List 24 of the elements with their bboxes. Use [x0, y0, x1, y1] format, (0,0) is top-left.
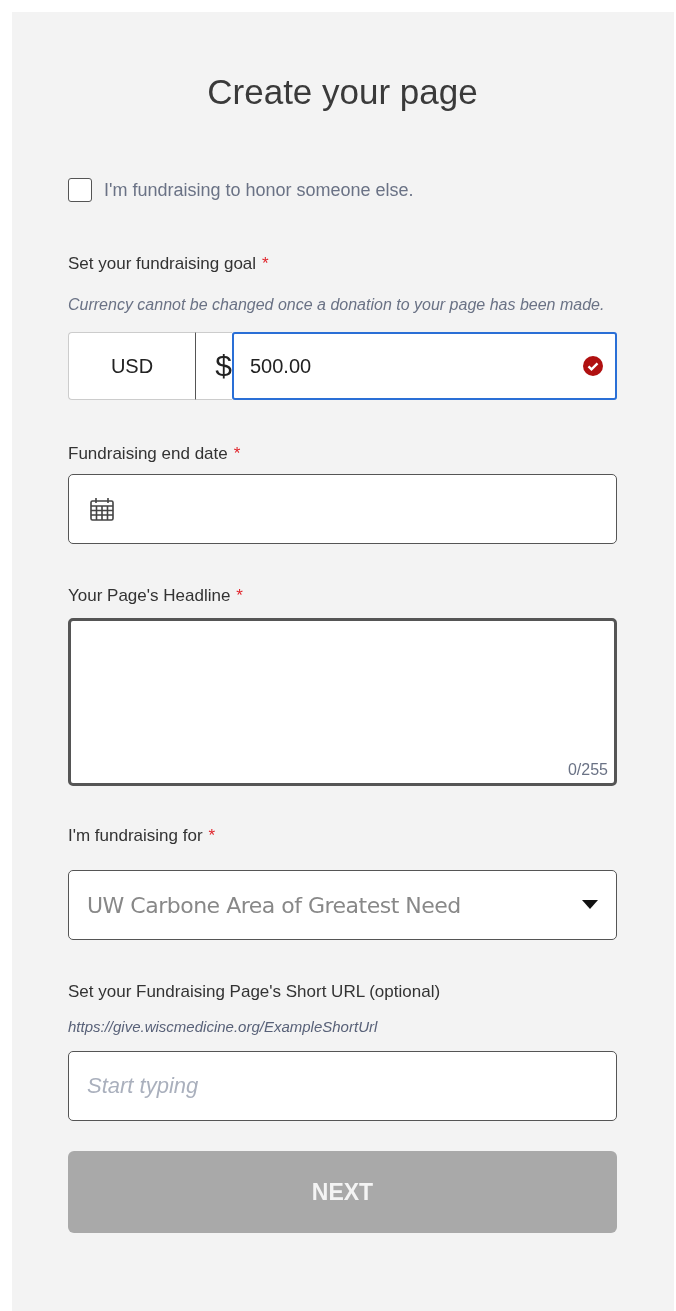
field-label: Fundraising end date: [68, 444, 228, 464]
required-mark: *: [236, 586, 243, 606]
checkbox-label[interactable]: I'm fundraising to honor someone else.: [104, 179, 414, 201]
headline-text-area[interactable]: 0/255: [68, 618, 617, 786]
character-counter: 0/255: [567, 761, 608, 779]
calendar-icon: [89, 496, 115, 522]
date-field[interactable]: [68, 474, 617, 544]
example-url: https://give.wiscmedicine.org/ExampleShortUrl: [68, 1018, 379, 1035]
field-label: Set your Fundraising Page's Short URL (optional): [68, 982, 441, 1002]
currency-symbol: $: [196, 332, 232, 400]
currency-selector[interactable]: USD: [68, 332, 196, 400]
caret-icon: [582, 900, 598, 910]
help-text: Currency cannot be changed once a donation to your page has been made.: [68, 295, 606, 315]
required-mark: *: [233, 444, 241, 464]
fund-dropdown[interactable]: UW Carbone Area of Greatest Need: [68, 870, 617, 940]
required-mark: *: [262, 254, 269, 274]
field-label: Your Page's Headline: [68, 586, 231, 606]
field-label: I'm fundraising for: [68, 826, 203, 846]
amount-field[interactable]: 500.00: [232, 332, 617, 400]
checkbox[interactable]: [68, 178, 92, 202]
required-mark: *: [208, 826, 216, 846]
page-title: Create your page: [206, 71, 479, 113]
short-url-field[interactable]: Start typing: [68, 1051, 617, 1121]
field-label: Set your fundraising goal: [68, 254, 257, 274]
